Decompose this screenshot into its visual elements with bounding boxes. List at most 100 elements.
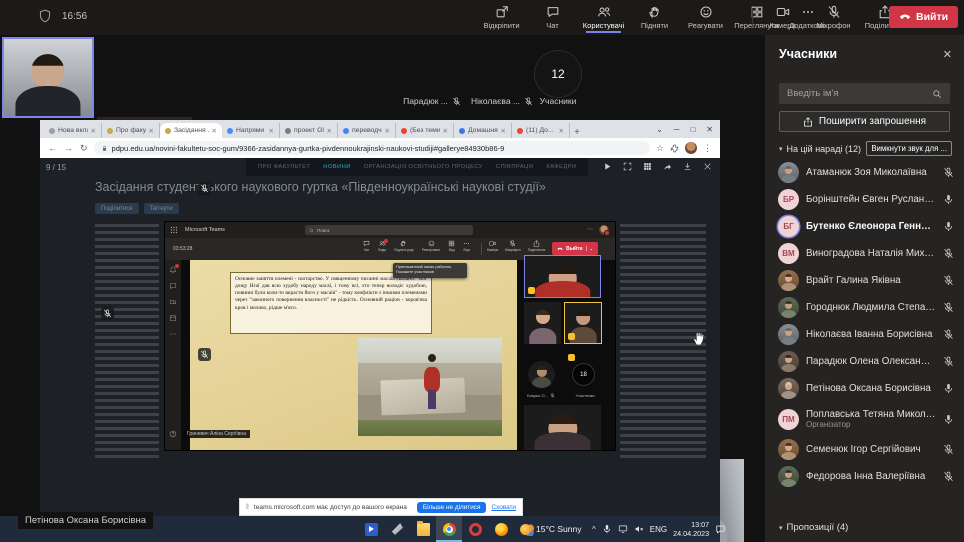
tab-close-icon[interactable]: ✕ <box>501 127 506 135</box>
hide-infobar-link[interactable]: Сховати <box>491 504 516 511</box>
reload-icon[interactable]: ↻ <box>80 143 88 154</box>
participant-row[interactable]: Атаманюк Зоя Миколаївна <box>765 159 964 186</box>
taskbar-clock[interactable]: 13:0724.04.2023 <box>673 520 709 539</box>
chevron-down-icon[interactable]: ▾ <box>779 524 783 532</box>
maximize-icon[interactable]: □ <box>690 125 695 134</box>
site-nav-item[interactable]: КАФЕДРИ <box>546 164 576 170</box>
site-nav-item[interactable]: СПІВПРАЦЯ <box>496 164 533 170</box>
site-nav-item[interactable]: НОВИНИ <box>323 164 350 170</box>
browser-menu-icon[interactable]: ⋮ <box>703 143 712 154</box>
toolbar-hand-button[interactable]: Підняти <box>629 3 680 30</box>
language-indicator[interactable]: ENG <box>650 525 667 534</box>
participant-search-input[interactable]: Введіть ім'я <box>779 83 950 104</box>
taskbar-weather[interactable]: 15°C Sunny <box>514 516 587 542</box>
device-camera-button[interactable]: Камера <box>757 3 808 30</box>
tab-close-icon[interactable]: ✕ <box>559 127 564 135</box>
tab-close-icon[interactable]: ✕ <box>149 127 154 135</box>
window-close-icon[interactable]: ✕ <box>706 125 713 134</box>
mic-muted-icon[interactable] <box>943 444 954 455</box>
minimize-icon[interactable]: ─ <box>674 125 680 134</box>
share-arrow-icon[interactable] <box>663 162 672 171</box>
bookmark-star-icon[interactable]: ☆ <box>656 143 664 154</box>
chevron-up-icon[interactable]: ^ <box>592 525 596 534</box>
browser-tab[interactable]: Про факул...✕ <box>102 123 160 138</box>
browser-tab[interactable]: Напрями -✕ <box>222 123 280 138</box>
grid-icon[interactable] <box>643 162 652 171</box>
fullscreen-icon[interactable] <box>623 162 632 171</box>
browser-tab[interactable]: (11) До...✕ <box>512 123 570 138</box>
browser-tab[interactable]: Домашня с...✕ <box>454 123 512 138</box>
browser-tab[interactable]: Засідання ...✕ <box>160 123 222 138</box>
taskbar-app-opera[interactable] <box>462 516 488 542</box>
url-bar[interactable]: pdpu.edu.ua/novini-fakultetu-soc-gum/936… <box>94 141 650 155</box>
mic-muted-icon[interactable] <box>943 167 954 178</box>
mic-tray-icon[interactable] <box>602 524 612 534</box>
device-micoff-button[interactable]: Мікрофон <box>808 3 859 30</box>
social-share-button[interactable]: Твітнути <box>144 203 179 214</box>
participant-row[interactable]: Городнюк Людмила Степанівна <box>765 294 964 321</box>
mic-muted-icon[interactable] <box>943 275 954 286</box>
mic-on-icon[interactable] <box>943 414 954 425</box>
mic-on-icon[interactable] <box>943 194 954 205</box>
participant-row[interactable]: ВМВиноградова Наталія Михайлів... <box>765 240 964 267</box>
close-icon[interactable]: ✕ <box>943 48 952 61</box>
speaker-muted-icon[interactable] <box>634 524 644 534</box>
stop-sharing-button[interactable]: Більше не ділитися <box>417 502 487 513</box>
overflow-counter[interactable]: 12 <box>534 50 582 98</box>
browser-profile-avatar[interactable] <box>685 142 697 154</box>
taskbar-app-movies[interactable] <box>358 516 384 542</box>
forward-icon[interactable]: → <box>64 143 73 154</box>
site-nav-item[interactable]: ОРГАНІЗАЦІЯ ОСВІТНЬОГО ПРОЦЕСУ <box>364 164 483 170</box>
gallery-image-teams-screenshot[interactable]: Microsoft Teams Поиск ⋯ 03:53:28 ЧатЛюди… <box>165 222 615 450</box>
chevron-down-icon[interactable]: ▾ <box>779 145 783 153</box>
play-icon[interactable] <box>603 162 612 171</box>
toolbar-chat-button[interactable]: Чат <box>527 3 578 30</box>
toolbar-people-button[interactable]: Користувачі <box>578 3 629 30</box>
browser-tab[interactable]: (Без теми)✕ <box>396 123 454 138</box>
browser-tab[interactable]: Нова вклад...✕ <box>44 123 102 138</box>
participant-row[interactable]: Ніколаєва Іванна Борисівна <box>765 321 964 348</box>
tab-close-icon[interactable]: ✕ <box>269 127 274 135</box>
participant-row[interactable]: ПМПоплавська Тетяна МиколаївнаОрганізато… <box>765 402 964 436</box>
tab-close-icon[interactable]: ✕ <box>212 127 217 135</box>
mic-muted-icon[interactable] <box>943 248 954 259</box>
action-center-icon[interactable] <box>715 524 726 535</box>
new-tab-button[interactable]: + <box>570 127 584 138</box>
mic-on-icon[interactable] <box>943 221 954 232</box>
tab-close-icon[interactable]: ✕ <box>443 127 448 135</box>
mic-muted-icon[interactable] <box>943 329 954 340</box>
leave-button[interactable]: Вийти <box>889 6 958 28</box>
mic-muted-icon[interactable] <box>943 356 954 367</box>
social-share-button[interactable]: Поділитися <box>95 203 139 214</box>
close-icon[interactable] <box>703 162 712 171</box>
browser-tab[interactable]: проект Glo...✕ <box>280 123 338 138</box>
participant-row[interactable]: БГБутенко Єлеонора Геннадіївна <box>765 213 964 240</box>
tab-close-icon[interactable]: ✕ <box>385 127 390 135</box>
extensions-icon[interactable] <box>670 144 679 153</box>
site-nav-item[interactable]: ПРО ФАКУЛЬТЕТ <box>258 164 310 170</box>
tab-close-icon[interactable]: ✕ <box>327 127 332 135</box>
participant-row[interactable]: Семенюк Ігор Сергійович <box>765 436 964 463</box>
display-tray-icon[interactable] <box>618 524 628 534</box>
mic-on-icon[interactable] <box>943 383 954 394</box>
self-video[interactable] <box>2 37 94 118</box>
taskbar-app-firefox[interactable] <box>488 516 514 542</box>
tab-search-chevron-icon[interactable]: ⌄ <box>656 125 663 134</box>
participant-row[interactable]: Петінова Оксана Борисівна <box>765 375 964 402</box>
back-icon[interactable]: ← <box>48 143 57 154</box>
participant-row[interactable]: БРБорінштейн Євген Русланович <box>765 186 964 213</box>
participant-row[interactable]: Врайт Галина Яківна <box>765 267 964 294</box>
taskbar-app-chrome[interactable] <box>436 516 462 542</box>
tab-close-icon[interactable]: ✕ <box>91 127 96 135</box>
share-invite-button[interactable]: Поширити запрошення <box>779 111 950 132</box>
download-icon[interactable] <box>683 162 692 171</box>
mic-muted-icon[interactable] <box>943 302 954 313</box>
taskbar-app-explorer[interactable] <box>410 516 436 542</box>
mic-muted-icon[interactable] <box>943 471 954 482</box>
mute-all-button[interactable]: Вимкнути звук для ... <box>866 141 952 156</box>
participant-row[interactable]: Парадюк Олена Олександрівна <box>765 348 964 375</box>
browser-tab[interactable]: переводчи...✕ <box>338 123 396 138</box>
participant-row[interactable]: Федорова Інна Валеріївна <box>765 463 964 490</box>
toolbar-unpin-button[interactable]: Відкріпити <box>476 3 527 30</box>
toolbar-smiley-button[interactable]: Реагувати <box>680 3 731 30</box>
